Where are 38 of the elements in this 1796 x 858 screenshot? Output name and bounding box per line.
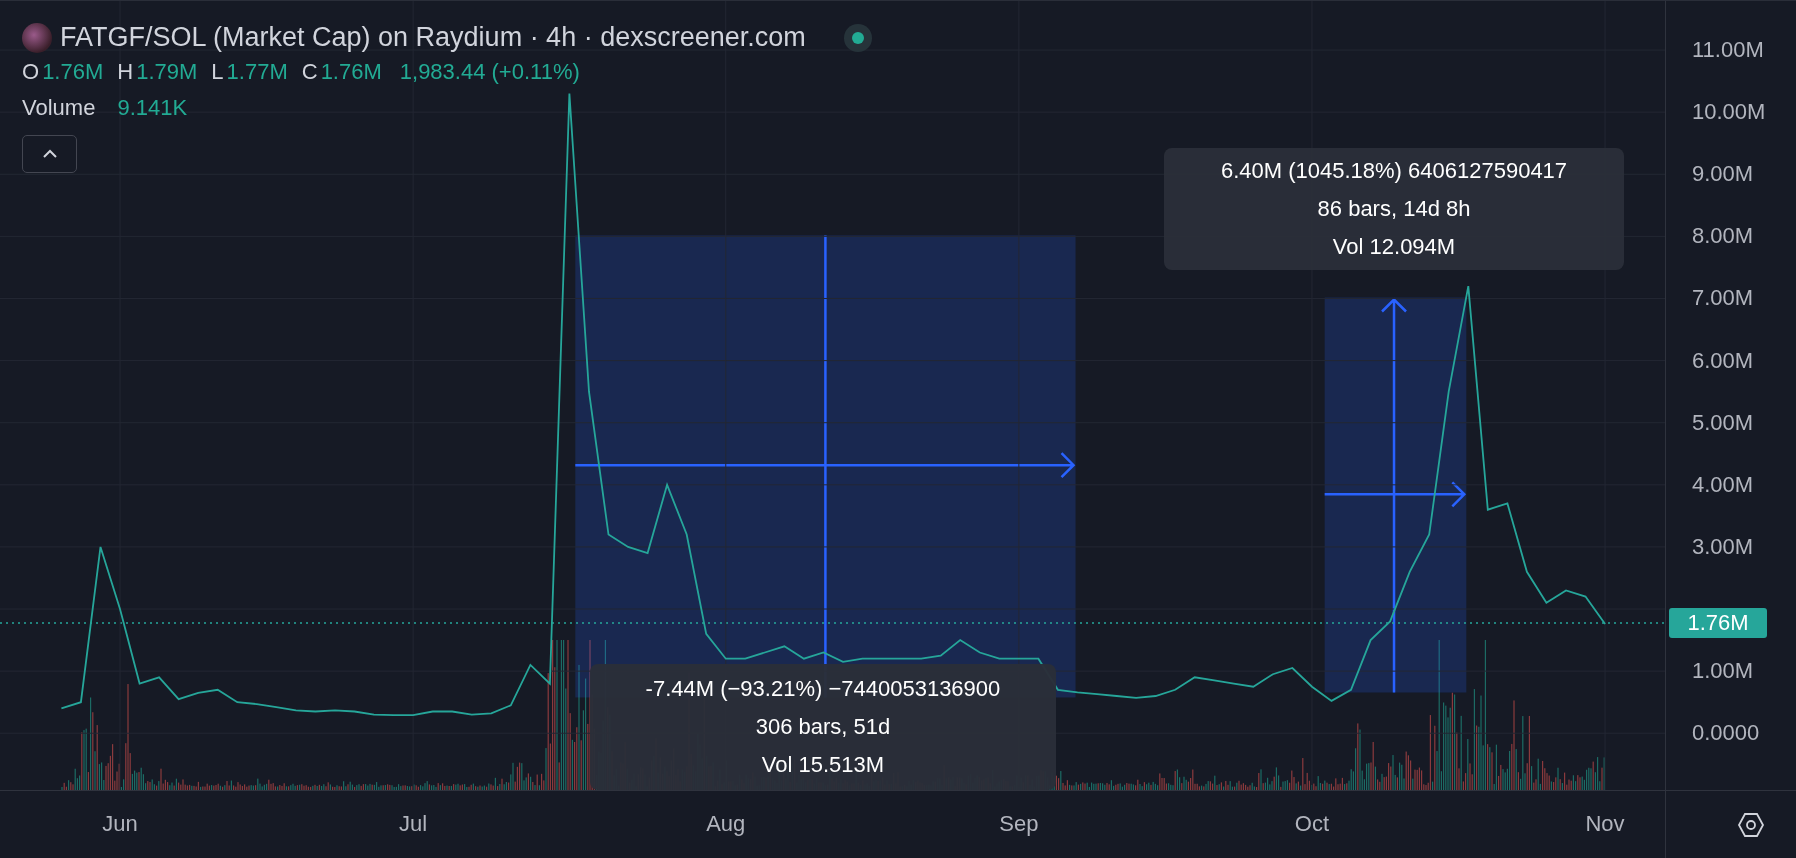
- axis-label: Jun: [101, 811, 139, 837]
- axis-label: 11.00M: [1692, 37, 1764, 64]
- measure-readout: 86 bars, 14d 8h: [1317, 195, 1471, 224]
- measure-readout: Vol 15.513M: [761, 750, 885, 779]
- ohlc-label: H: [117, 59, 134, 85]
- axis-label: 0.0000: [1692, 720, 1760, 747]
- measure-readout: Vol 12.094M: [1332, 233, 1456, 262]
- ohlc-label: L: [211, 59, 224, 85]
- volume-label: Volume: [22, 95, 96, 121]
- axis-label: 4.00M: [1692, 471, 1754, 498]
- volume-value: 9.141K: [117, 95, 188, 121]
- ohlc-value: 1.77M: [226, 59, 288, 85]
- ohlc-label: C: [301, 59, 318, 85]
- ohlc-value: 1.79M: [136, 59, 198, 85]
- measure-readout: 6.40M (1045.18%) 6406127590417: [1220, 157, 1568, 186]
- measure-readout: 306 bars, 51d: [755, 712, 891, 741]
- axis-label: 5.00M: [1692, 409, 1754, 436]
- axis-label: Aug: [705, 811, 747, 837]
- price-tag: 1.76M: [1669, 607, 1767, 638]
- axis-label: 1.00M: [1692, 658, 1754, 685]
- axis-label: 6.00M: [1692, 347, 1754, 374]
- ohlc-label: O: [22, 59, 40, 85]
- change-value: 1,983.44 (+0.11%): [399, 59, 580, 85]
- axis-label: Nov: [1584, 811, 1626, 837]
- axis-label: 9.00M: [1692, 161, 1754, 188]
- axis-label: 3.00M: [1692, 533, 1754, 560]
- axis-label: 10.00M: [1692, 99, 1766, 126]
- axis-label: 8.00M: [1692, 223, 1754, 250]
- settings-icon[interactable]: [1737, 810, 1765, 839]
- axis-label: 7.00M: [1692, 285, 1754, 312]
- measure-readout: -7.44M (−93.21%) −7440053136900: [645, 674, 1001, 703]
- logo-icon: [22, 22, 52, 53]
- axis-label: Oct: [1293, 811, 1331, 837]
- axis-label: Jul: [398, 811, 429, 837]
- axis-label: Sep: [998, 811, 1040, 837]
- chart-title: FATGF/SOL (Market Cap) on Raydium · 4h · dexscreener.com: [60, 22, 806, 53]
- ohlc-value: 1.76M: [320, 59, 382, 85]
- ohlc-value: 1.76M: [42, 59, 104, 85]
